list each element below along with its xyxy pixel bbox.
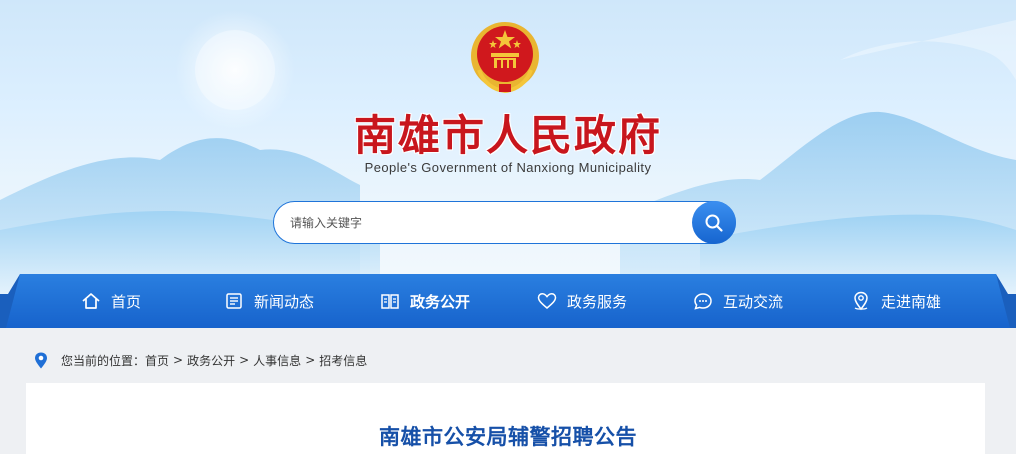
search-icon	[705, 214, 723, 232]
nav-label: 政务服务	[567, 292, 628, 311]
location-icon	[850, 290, 872, 312]
site-subtitle: People's Government of Nanxiong Municipa…	[364, 160, 652, 175]
breadcrumb-link-home[interactable]: 首页	[145, 352, 169, 369]
main-nav: 首页 新闻动态 政务公开 政务服务 互动交流 走进南雄	[0, 274, 1016, 328]
chat-icon	[692, 290, 714, 312]
book-icon	[379, 290, 401, 312]
national-emblem-icon	[471, 22, 539, 94]
header-banner: 南雄市人民政府 People's Government of Nanxiong …	[0, 0, 1016, 300]
nav-item-about[interactable]: 走进南雄	[850, 274, 941, 328]
breadcrumb-separator: >	[173, 353, 184, 367]
breadcrumb-link-gov-affairs[interactable]: 政务公开	[187, 352, 235, 369]
nav-item-interaction[interactable]: 互动交流	[692, 274, 783, 328]
nav-item-services[interactable]: 政务服务	[536, 274, 627, 328]
heart-icon	[536, 290, 558, 312]
nav-label: 走进南雄	[881, 292, 942, 311]
location-pin-icon	[35, 352, 47, 368]
home-icon	[80, 290, 102, 312]
nav-label: 政务公开	[410, 292, 471, 311]
nav-label: 首页	[111, 292, 142, 311]
search-button[interactable]	[692, 201, 736, 244]
nav-item-home[interactable]: 首页	[80, 274, 141, 328]
breadcrumb: 您当前的位置： 首页 > 政务公开 > 人事信息 > 招考信息	[34, 350, 367, 370]
breadcrumb-separator: >	[305, 353, 316, 367]
breadcrumb-link-personnel[interactable]: 人事信息	[253, 352, 301, 369]
nav-item-gov-affairs[interactable]: 政务公开	[379, 274, 470, 328]
article-title: 南雄市公安局辅警招聘公告	[379, 425, 637, 449]
search-input[interactable]	[274, 203, 735, 242]
site-title: 南雄市人民政府	[353, 111, 662, 160]
nav-label: 新闻动态	[254, 292, 315, 311]
nav-label: 互动交流	[723, 292, 784, 311]
breadcrumb-link-recruitment[interactable]: 招考信息	[319, 352, 367, 369]
nav-item-news[interactable]: 新闻动态	[223, 274, 314, 328]
breadcrumb-separator: >	[239, 353, 250, 367]
search-bar	[273, 201, 736, 244]
news-icon	[223, 290, 245, 312]
breadcrumb-prefix: 您当前的位置：	[61, 353, 146, 368]
